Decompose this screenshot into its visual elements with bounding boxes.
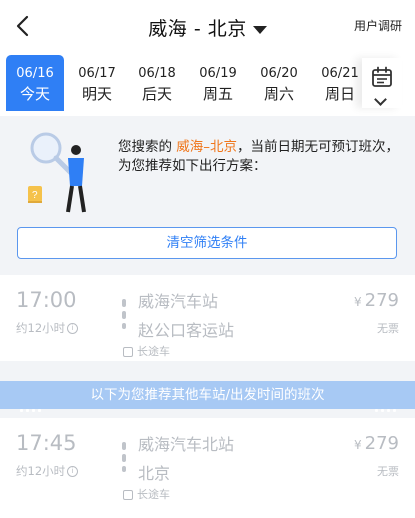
ticket-status: 无票	[377, 322, 399, 335]
bus-icon	[123, 347, 133, 357]
destination-station: 北京	[138, 464, 171, 483]
user-survey-link[interactable]: 用户调研	[354, 17, 402, 34]
date-tab-day: 06/16	[16, 66, 54, 81]
message-prefix: 您搜索的	[118, 139, 177, 155]
origin-station: 威海汽车北站	[138, 435, 235, 454]
calendar-icon	[372, 66, 392, 87]
route-highlight: 威海–北京	[176, 139, 238, 155]
date-tab-day: 06/20	[260, 66, 298, 81]
svg-text:?: ?	[32, 190, 38, 201]
route-title: 威海 - 北京	[148, 18, 247, 40]
date-tab-day: 06/19	[199, 66, 237, 81]
top-bar: 威海 - 北京 用户调研 06/16 今天 06/17 明天 06/18 后天 …	[0, 0, 415, 116]
date-tab[interactable]: 06/19 周五	[189, 55, 247, 111]
caret-down-icon	[252, 25, 267, 34]
info-icon[interactable]: i	[67, 466, 79, 477]
vehicle-type: 长途车	[123, 343, 170, 359]
date-tab-weekday: 周五	[202, 85, 233, 103]
no-results-notice: ? 您搜索的 威海–北京，当前日期无可预订班次，为您推荐如下出行方案： 清空筛选…	[0, 116, 415, 268]
date-tab[interactable]: 06/21 周日	[311, 55, 360, 111]
banner-dots-left	[20, 394, 44, 412]
duration-text: 约12小时	[16, 464, 66, 478]
date-tab-weekday: 周日	[324, 85, 355, 103]
trip-card[interactable]: 17:45 约12小时 i 威海汽车北站 北京 长途车 ¥279 无票	[0, 418, 415, 518]
date-tab-weekday: 周六	[263, 85, 294, 103]
recommend-banner: 以下为您推荐其他车站/出发时间的班次	[0, 381, 415, 412]
date-tab[interactable]: 06/18 后天	[128, 55, 186, 111]
no-results-message: 您搜索的 威海–北京，当前日期无可预订班次，为您推荐如下出行方案：	[118, 138, 408, 176]
departure-time: 17:00	[16, 288, 77, 312]
date-tab-day: 06/18	[138, 66, 176, 81]
chevron-down-icon	[374, 93, 387, 106]
banner-dots-right	[375, 394, 399, 412]
search-person-illustration: ?	[28, 132, 86, 213]
origin-station: 威海汽车站	[138, 292, 219, 311]
currency-symbol: ¥	[354, 438, 362, 452]
clear-filters-button[interactable]: 清空筛选条件	[17, 227, 397, 259]
duration-text: 约12小时	[16, 321, 66, 335]
ticket-status: 无票	[377, 465, 399, 478]
date-tab[interactable]: 06/17 明天	[68, 55, 126, 111]
destination-station: 赵公口客运站	[138, 321, 235, 340]
info-icon[interactable]: i	[67, 323, 79, 334]
date-tab-day: 06/17	[78, 66, 116, 81]
date-tabs: 06/16 今天 06/17 明天 06/18 后天 06/19 周五 06/2…	[6, 55, 360, 111]
departure-time: 17:45	[16, 431, 77, 455]
trip-duration: 约12小时 i	[16, 320, 79, 336]
route-line-icon	[122, 442, 126, 472]
bus-icon	[123, 490, 133, 500]
route-line-icon	[122, 299, 126, 329]
date-tab-day: 06/21	[321, 66, 359, 81]
recommend-banner-text: 以下为您推荐其他车站/出发时间的班次	[90, 387, 325, 403]
price-value: 279	[364, 290, 399, 311]
ticket-price: ¥279	[354, 290, 399, 311]
ticket-price: ¥279	[354, 433, 399, 454]
trip-duration: 约12小时 i	[16, 463, 79, 479]
date-tab[interactable]: 06/16 今天	[6, 55, 64, 111]
vehicle-type: 长途车	[123, 486, 170, 502]
price-value: 279	[364, 433, 399, 454]
vehicle-type-label: 长途车	[137, 345, 170, 358]
trip-card[interactable]: 17:00 约12小时 i 威海汽车站 赵公口客运站 长途车 ¥279 无票	[0, 275, 415, 361]
date-tab[interactable]: 06/20 周六	[250, 55, 308, 111]
date-tab-weekday: 今天	[19, 85, 50, 103]
currency-symbol: ¥	[354, 295, 362, 309]
route-title-dropdown[interactable]: 威海 - 北京	[0, 14, 415, 41]
calendar-button[interactable]	[362, 58, 402, 108]
date-tab-weekday: 后天	[141, 85, 172, 103]
vehicle-type-label: 长途车	[137, 488, 170, 501]
date-tab-weekday: 明天	[81, 85, 112, 103]
